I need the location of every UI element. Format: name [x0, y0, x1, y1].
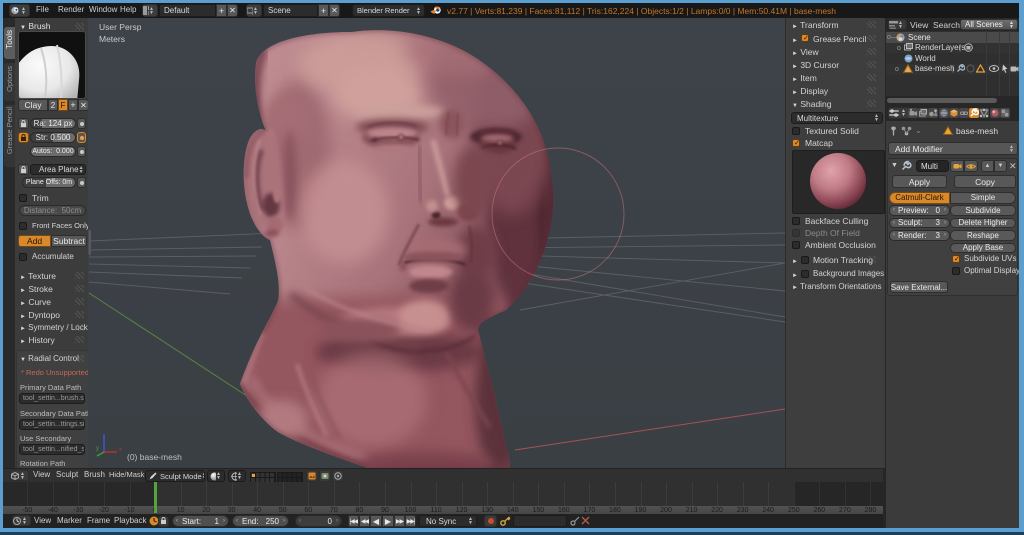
- svg-text:(0) base-mesh: (0) base-mesh: [127, 452, 182, 462]
- svg-text:y: y: [96, 446, 99, 452]
- svg-text:Meters: Meters: [99, 34, 125, 44]
- svg-text:x: x: [119, 447, 122, 453]
- svg-text:User Persp: User Persp: [99, 22, 142, 32]
